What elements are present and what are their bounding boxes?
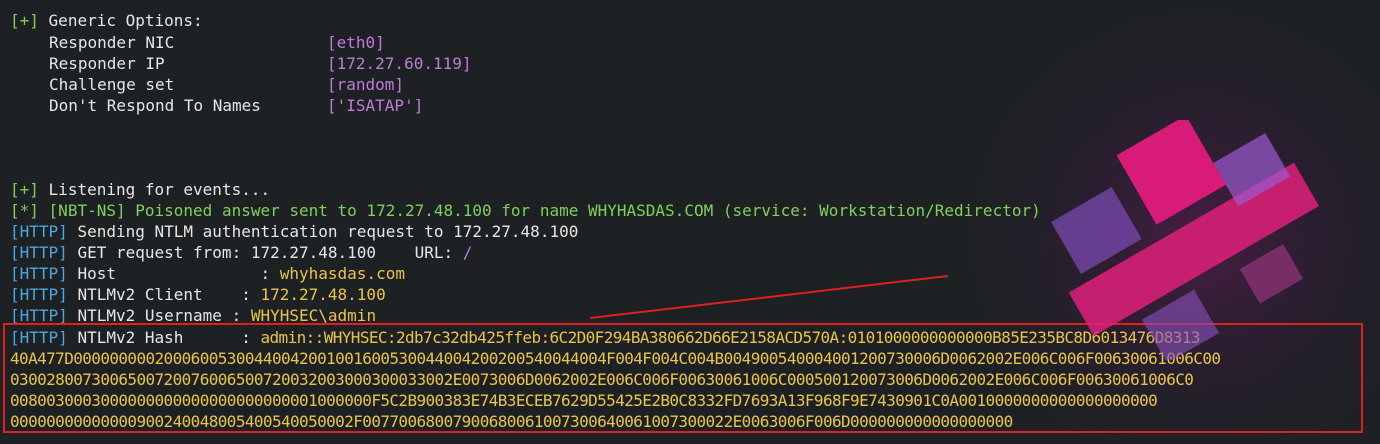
generic-options-header: [+] Generic Options: (10, 10, 203, 31)
nbt-poison-line: [*] [NBT-NS] Poisoned answer sent to 172… (10, 200, 1041, 221)
option-row: Responder NIC (49, 32, 174, 53)
hash-value-line: 40A477D000000000200060053004400420010016… (10, 349, 1221, 368)
option-row: Challenge set (49, 74, 174, 95)
option-value: ['ISATAP'] (327, 96, 424, 115)
get-request-text: GET request from: 172.27.48.100 URL: (77, 243, 463, 262)
hash-value-line: 00000000000000900240048005400540050002F0… (10, 412, 1013, 431)
http-host-line: [HTTP] Host : whyhasdas.com (10, 263, 405, 284)
nbt-poison-text: [NBT-NS] Poisoned answer sent to 172.27.… (48, 201, 1041, 220)
http-tag: [HTTP] (10, 222, 68, 241)
host-label: Host : (77, 264, 271, 283)
option-row: Don't Respond To Names (49, 95, 261, 116)
event-tag: [*] (10, 201, 39, 220)
listening-line: [+] Listening for events... (10, 179, 270, 200)
get-url: / (462, 243, 473, 262)
option-label: Responder IP (49, 54, 165, 73)
listening-text: Listening for events... (48, 180, 271, 199)
hash-value-line: admin::WHYHSEC:2db7c32db425ffeb:6C2D0F29… (260, 328, 1200, 347)
info-tag: [+] (10, 11, 39, 30)
http-client-line: [HTTP] NTLMv2 Client : 172.27.48.100 (10, 284, 386, 305)
hash-label: NTLMv2 Hash : (77, 328, 261, 347)
host-value: whyhasdas.com (279, 264, 405, 283)
sending-text: Sending NTLM authentication request to 1… (77, 222, 579, 241)
option-value: [random] (327, 75, 405, 94)
http-hash-line: [HTTP] NTLMv2 Hash : admin::WHYHSEC:2db7… (10, 327, 1200, 348)
http-tag: [HTTP] (10, 264, 68, 283)
option-label: Challenge set (49, 75, 175, 94)
hash-value-line: 0300280073006500720076006500720032003000… (10, 370, 1194, 389)
http-tag: [HTTP] (10, 285, 68, 304)
terminal-window: [+] Generic Options: Responder NIC [eth0… (0, 0, 1380, 440)
http-tag: [HTTP] (10, 243, 68, 262)
option-row: Responder IP (49, 53, 165, 74)
generic-options-title: Generic Options: (48, 11, 203, 30)
info-tag: [+] (10, 180, 39, 199)
client-label: NTLMv2 Client : (77, 285, 251, 304)
http-get-line: [HTTP] GET request from: 172.27.48.100 U… (10, 242, 472, 263)
option-label: Don't Respond To Names (49, 96, 261, 115)
option-value: [172.27.60.119] (327, 54, 472, 73)
http-sending-line: [HTTP] Sending NTLM authentication reque… (10, 221, 578, 242)
http-tag: [HTTP] (10, 328, 68, 347)
option-label: Responder NIC (49, 33, 175, 52)
option-value: [eth0] (327, 33, 385, 52)
client-value: 172.27.48.100 (260, 285, 386, 304)
hash-value-line: 0080030003000000000000000000000001000000… (10, 391, 1158, 410)
